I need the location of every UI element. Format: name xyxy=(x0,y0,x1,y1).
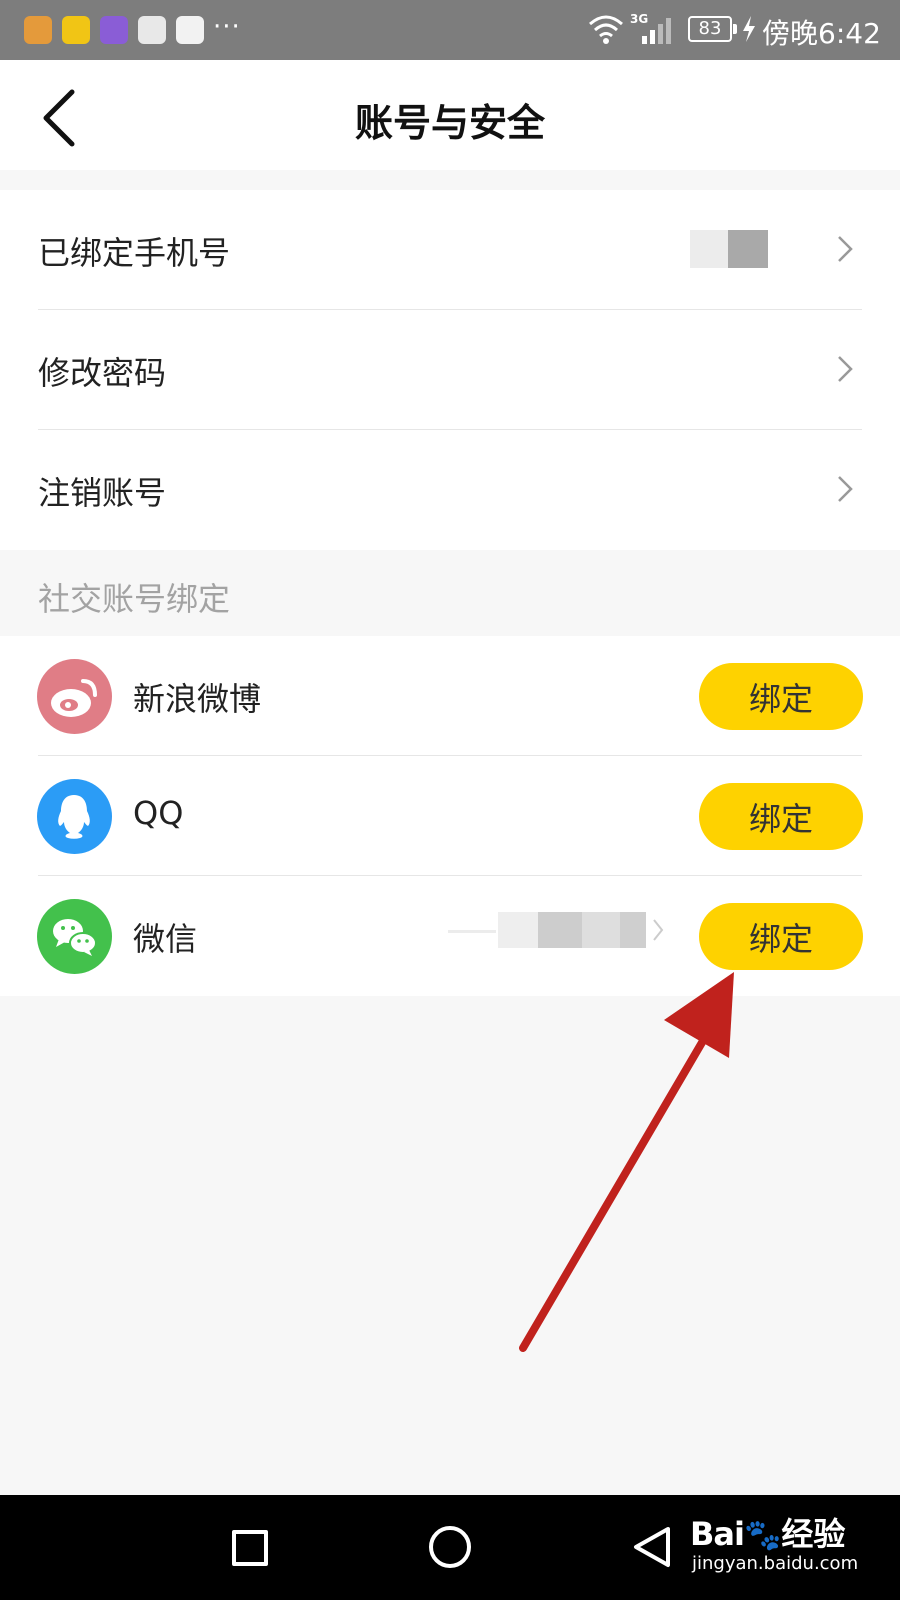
cancel-account-label: 注销账号 xyxy=(38,474,167,512)
change-password-label: 修改密码 xyxy=(38,354,167,392)
account-settings-list: 已绑定手机号 修改密码 注销账号 xyxy=(0,190,900,550)
signal-icon xyxy=(642,18,671,44)
cancel-account-row[interactable]: 注销账号 xyxy=(0,430,900,550)
clock: 傍晚6:42 xyxy=(762,17,881,50)
bind-qq-button[interactable]: 绑定 xyxy=(699,783,863,850)
more-notifications: ··· xyxy=(213,12,241,42)
weibo-label: 新浪微博 xyxy=(133,680,262,718)
social-section-title: 社交账号绑定 xyxy=(38,580,231,618)
chevron-right-icon xyxy=(838,476,853,502)
masked-phone-value xyxy=(690,230,768,268)
watermark-url: jingyan.baidu.com xyxy=(692,1553,859,1574)
app-notification-icon xyxy=(100,16,128,44)
weibo-icon xyxy=(37,659,112,734)
qq-icon xyxy=(37,779,112,854)
chevron-right-icon xyxy=(838,356,853,382)
wechat-row: 微信 绑定 xyxy=(0,876,900,996)
paw-icon: 🐾 xyxy=(743,1518,782,1553)
social-section-header: 社交账号绑定 xyxy=(0,550,900,636)
wifi-icon xyxy=(589,15,623,44)
watermark-suffix: 经验 xyxy=(781,1515,846,1553)
app-notification-icon xyxy=(176,16,204,44)
app-notification-icon xyxy=(24,16,52,44)
triangle-back-icon[interactable] xyxy=(632,1525,672,1569)
bind-wechat-button[interactable]: 绑定 xyxy=(699,903,863,970)
bind-weibo-button[interactable]: 绑定 xyxy=(699,663,863,730)
change-password-row[interactable]: 修改密码 xyxy=(0,310,900,430)
square-icon[interactable] xyxy=(232,1530,268,1566)
circle-icon[interactable] xyxy=(429,1526,471,1568)
bound-phone-row[interactable]: 已绑定手机号 xyxy=(0,190,900,310)
app-notification-icon xyxy=(62,16,90,44)
chevron-right-icon xyxy=(838,236,853,262)
bound-phone-label: 已绑定手机号 xyxy=(38,234,231,272)
battery-tip xyxy=(733,24,737,34)
huawei-app-icon xyxy=(138,16,166,44)
system-nav-bar: Bai🐾经验 jingyan.baidu.com xyxy=(0,1495,900,1600)
qq-row: QQ 绑定 xyxy=(0,756,900,876)
wechat-label: 微信 xyxy=(133,920,198,958)
weibo-row: 新浪微博 绑定 xyxy=(0,636,900,756)
nav-header: 账号与安全 xyxy=(0,60,900,170)
battery-icon: 83 xyxy=(688,16,732,42)
qq-label: QQ xyxy=(133,794,184,832)
wechat-icon xyxy=(37,899,112,974)
social-binding-list: 新浪微博 绑定 QQ 绑定 微信 绑定 xyxy=(0,636,900,996)
watermark-logo: Bai xyxy=(690,1515,745,1553)
masked-wechat-value xyxy=(448,908,670,952)
page-title: 账号与安全 xyxy=(354,101,545,145)
baidu-jingyan-watermark: Bai🐾经验 jingyan.baidu.com xyxy=(690,1509,858,1574)
status-bar: ··· 3G 83 傍晚6:42 xyxy=(0,0,900,60)
charging-icon xyxy=(743,16,755,42)
